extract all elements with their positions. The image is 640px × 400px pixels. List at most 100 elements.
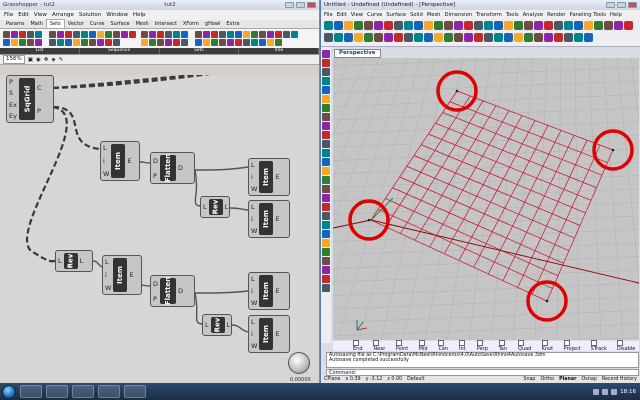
rev-component-3[interactable]: L Rev L (202, 314, 232, 336)
rhino-side-tool-icon[interactable] (322, 149, 330, 157)
taskbar-media-icon[interactable] (46, 385, 68, 398)
sequence-tool-icon[interactable] (81, 31, 88, 38)
rhino-side-tool-icon[interactable] (322, 230, 330, 238)
tree-tool-icon[interactable] (267, 39, 274, 46)
rhino-tool-icon[interactable] (624, 21, 633, 30)
tab-curve[interactable]: Curve (87, 20, 108, 28)
rh-menu-mesh[interactable]: Mesh (427, 12, 441, 18)
rhino-side-tool-icon[interactable] (322, 59, 330, 67)
rhino-tool-icon[interactable] (384, 33, 393, 42)
item5-input-i[interactable]: i (251, 287, 257, 295)
rh-menu-surface[interactable]: Surface (386, 12, 406, 18)
sets-tool-icon[interactable] (181, 31, 188, 38)
tree-tool-icon[interactable] (227, 39, 234, 46)
flag-icon[interactable] (611, 388, 618, 395)
rhino-tool-icon[interactable] (404, 33, 413, 42)
maximize-icon[interactable] (617, 2, 626, 8)
sequence-tool-icon[interactable] (89, 31, 96, 38)
rev1-output-l[interactable]: L (225, 203, 229, 211)
rhino-tool-icon[interactable] (514, 21, 523, 30)
rhino-tool-icon[interactable] (334, 33, 343, 42)
sequence-tool-icon[interactable] (65, 39, 72, 46)
rhino-tool-icon[interactable] (524, 33, 533, 42)
rhino-side-tool-icon[interactable] (322, 95, 330, 103)
sqgrid-component[interactable]: P S Ex Ey SqGrid C P (6, 75, 54, 123)
status-layer[interactable]: Default (407, 377, 425, 382)
menu-arrange[interactable]: Arrange (52, 12, 74, 18)
osnap-disable[interactable]: Disable (617, 340, 639, 352)
item2-output-e[interactable]: E (275, 173, 279, 181)
tab-math[interactable]: Math (27, 20, 46, 28)
rhino-tool-icon[interactable] (544, 21, 553, 30)
rh-menu-transform[interactable]: Transform (476, 12, 502, 18)
osnap-cen[interactable]: Cen (438, 340, 453, 352)
sets-tool-icon[interactable] (157, 31, 164, 38)
rhino-side-tool-icon[interactable] (322, 212, 330, 220)
tree-tool-icon[interactable] (243, 31, 250, 38)
tab-sets[interactable]: Sets (45, 19, 65, 28)
tree-tool-icon[interactable] (283, 31, 290, 38)
sequence-tool-icon[interactable] (105, 39, 112, 46)
rhino-tool-icon[interactable] (584, 21, 593, 30)
flatten2-input-d[interactable]: D (153, 280, 158, 288)
flatten1-output-d[interactable]: D (178, 164, 183, 172)
sets-tool-icon[interactable] (149, 39, 156, 46)
sequence-tool-icon[interactable] (113, 31, 120, 38)
zoom-level[interactable]: 156% (3, 55, 25, 64)
tree-tool-icon[interactable] (219, 31, 226, 38)
item2-input-w[interactable]: W (251, 185, 257, 193)
item5-input-w[interactable]: W (251, 299, 257, 307)
rhino-tool-icon[interactable] (444, 21, 453, 30)
sequence-tool-icon[interactable] (73, 31, 80, 38)
rhino-side-tool-icon[interactable] (322, 104, 330, 112)
tree-tool-icon[interactable] (219, 39, 226, 46)
rh-menu-tools[interactable]: Tools (506, 12, 519, 18)
status-record-history[interactable]: Record History (602, 377, 640, 382)
tree-tool-icon[interactable] (211, 31, 218, 38)
list-tool-icon[interactable] (11, 31, 18, 38)
list-tool-icon[interactable] (35, 31, 42, 38)
list-tool-icon[interactable] (35, 39, 42, 46)
rhino-tool-icon[interactable] (534, 21, 543, 30)
rhino-tool-icon[interactable] (374, 21, 383, 30)
tree-tool-icon[interactable] (259, 39, 266, 46)
osnap-near[interactable]: Near (373, 340, 389, 352)
status-cplane[interactable]: CPlane (324, 377, 341, 382)
rhino-side-tool-icon[interactable] (322, 50, 330, 58)
item1-output-e[interactable]: E (127, 157, 131, 165)
rhino-tool-icon[interactable] (354, 33, 363, 42)
rhino-tool-icon[interactable] (594, 21, 603, 30)
tab-params[interactable]: Params (3, 20, 27, 28)
list-tool-icon[interactable] (19, 39, 26, 46)
rhino-side-tool-icon[interactable] (322, 86, 330, 94)
rh-menu-curve[interactable]: Curve (367, 12, 382, 18)
rh-menu-help[interactable]: Help (610, 12, 622, 18)
rhino-tool-icon[interactable] (514, 33, 523, 42)
rhino-side-tool-icon[interactable] (322, 203, 330, 211)
tree-tool-icon[interactable] (195, 31, 202, 38)
rhino-tool-icon[interactable] (344, 21, 353, 30)
taskbar-browser-icon[interactable] (72, 385, 94, 398)
sets-tool-icon[interactable] (141, 31, 148, 38)
rhino-side-tool-icon[interactable] (322, 158, 330, 166)
rhino-tool-icon[interactable] (464, 33, 473, 42)
menu-window[interactable]: Window (106, 12, 128, 18)
rhino-tool-icon[interactable] (544, 33, 553, 42)
rhino-side-tool-icon[interactable] (322, 194, 330, 202)
rhino-side-tool-icon[interactable] (322, 140, 330, 148)
tree-tool-icon[interactable] (195, 39, 202, 46)
rhino-side-tool-icon[interactable] (322, 284, 330, 292)
tree-tool-icon[interactable] (275, 39, 282, 46)
osnap-point[interactable]: Point (396, 340, 413, 352)
flatten-component-2[interactable]: DP Flatten D (150, 275, 195, 307)
rhino-tool-icon[interactable] (374, 33, 383, 42)
maximize-icon[interactable] (296, 2, 305, 8)
rhino-tool-icon[interactable] (324, 21, 333, 30)
item1-input-l[interactable]: L (103, 144, 109, 152)
rhino-tool-icon[interactable] (394, 33, 403, 42)
rev2-output-l[interactable]: L (80, 257, 84, 265)
item6-input-w[interactable]: W (251, 342, 257, 350)
sequence-tool-icon[interactable] (121, 31, 128, 38)
osnap-strack[interactable]: STrack (591, 340, 611, 352)
tree-tool-icon[interactable] (235, 31, 242, 38)
